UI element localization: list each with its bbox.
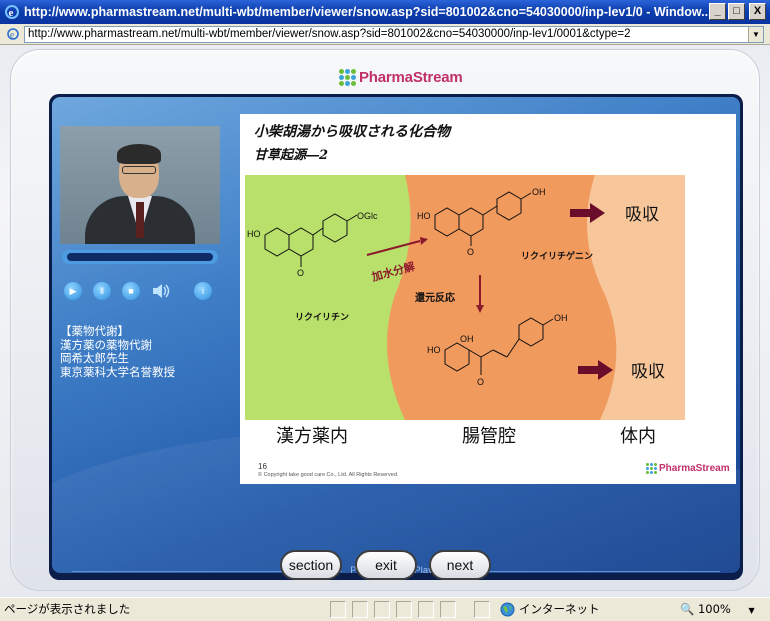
status-bar: ページが表示されました インターネット 🔍 100% ▼ (0, 597, 770, 621)
slide-title: 小柴胡湯から吸収される化合物 (254, 124, 450, 140)
region-intestine: 腸管腔 (462, 426, 516, 447)
region-body: 体内 (620, 426, 656, 447)
address-bar: e http://www.pharmastream.net/multi-wbt/… (0, 24, 770, 45)
chem-label-ho-3: HO (427, 345, 441, 355)
chem-label-oglc: OGlc (357, 211, 378, 221)
window-title: http://www.pharmastream.net/multi-wbt/me… (24, 5, 712, 19)
ie-icon: e (5, 5, 19, 19)
close-button[interactable]: X (749, 3, 766, 20)
lecturer-video[interactable] (60, 126, 220, 244)
next-button[interactable]: next (429, 550, 491, 580)
slide-logo-text: PharmaStream (659, 463, 730, 474)
slide-page-number: 16 (258, 462, 267, 471)
playback-controls: ▶ Ⅱ ■ i (64, 282, 224, 302)
slide-subtitle: 甘草起源―2 (254, 148, 329, 163)
player-frame: PharmaStream ▶ Ⅱ ■ i 【薬物代謝】 漢方薬の薬物代謝 岡希太… (10, 49, 760, 591)
absorption-label-2: 吸収 (631, 362, 665, 381)
page-content: PharmaStream ▶ Ⅱ ■ i 【薬物代謝】 漢方薬の薬物代謝 岡希太… (0, 45, 770, 597)
volume-icon[interactable] (150, 282, 172, 300)
svg-text:e: e (9, 7, 14, 19)
lecturer-affiliation: 東京薬科大学名誉教授 (60, 364, 175, 379)
url-text: http://www.pharmastream.net/multi-wbt/me… (28, 28, 631, 40)
chem-label-o-1: O (297, 268, 304, 278)
lecture-title: 漢方薬の薬物代謝 (60, 337, 152, 352)
security-zone: インターネット (500, 598, 600, 620)
chem-label-oh-1: OH (532, 187, 546, 197)
absorption-label-1: 吸収 (625, 205, 659, 224)
slide-logo: PharmaStream (646, 463, 730, 474)
window-titlebar: e http://www.pharmastream.net/multi-wbt/… (0, 0, 770, 24)
lecture-info: 【薬物代謝】 漢方薬の薬物代謝 岡希太郎先生 東京薬科大学名誉教授 (60, 324, 175, 379)
lecture-slide: 小柴胡湯から吸収される化合物 甘草起源―2 OGlc HO O リクイリチン 加… (240, 114, 736, 484)
chem-label-o-3: O (477, 377, 484, 387)
region-kampo: 漢方薬内 (276, 426, 348, 447)
status-cell (418, 601, 434, 618)
status-message: ページが表示されました (4, 602, 131, 616)
player-stage: ▶ Ⅱ ■ i 【薬物代謝】 漢方薬の薬物代謝 岡希太郎先生 東京薬科大学名誉教… (49, 94, 743, 580)
pharmastream-logo: PharmaStream (339, 64, 463, 90)
pause-icon[interactable]: Ⅱ (93, 282, 111, 300)
zone-label: インターネット (519, 602, 600, 616)
compound-liquiritigenin: リクイリチゲニン (521, 250, 593, 261)
chem-label-oh-3: OH (554, 313, 568, 323)
chem-label-ho-1: HO (247, 229, 261, 239)
reaction-reduction: 還元反応 (415, 291, 455, 304)
lock-icon (474, 601, 490, 618)
progress-fill (67, 253, 213, 261)
chem-label-o-2: O (467, 247, 474, 257)
zoom-control[interactable]: 🔍 100% ▼ (680, 598, 755, 621)
page-icon: e (7, 28, 19, 40)
play-icon[interactable]: ▶ (64, 282, 82, 300)
status-cell (440, 601, 456, 618)
globe-icon (500, 602, 515, 616)
slide-copyright: © Copyright take good care Co., Ltd. All… (258, 472, 399, 478)
lecture-category: 【薬物代謝】 (60, 324, 129, 338)
status-cell (374, 601, 390, 618)
status-cell (396, 601, 412, 618)
minimize-button[interactable]: _ (709, 3, 726, 20)
status-cell (352, 601, 368, 618)
chevron-down-icon: ▼ (748, 606, 755, 615)
zoom-icon: 🔍 (680, 602, 695, 616)
svg-text:e: e (10, 30, 14, 40)
compound-liquiritin: リクイリチン (295, 312, 349, 322)
stop-icon[interactable]: ■ (122, 282, 140, 300)
logo-dots-icon (339, 68, 356, 86)
divider-right (450, 571, 720, 572)
status-cell (330, 601, 346, 618)
maximize-button[interactable]: □ (728, 3, 745, 20)
chem-label-oh-2: OH (460, 334, 474, 344)
lecturer-name: 岡希太郎先生 (60, 351, 129, 365)
chem-label-ho-2: HO (417, 211, 431, 221)
metabolism-diagram: OGlc HO O リクイリチン 加水分解 HO OH O リクイリチゲニン 吸… (245, 175, 685, 420)
logo-dots-icon (646, 463, 657, 474)
progress-bar[interactable] (62, 250, 218, 264)
chevron-down-icon[interactable]: ▼ (748, 27, 763, 42)
section-button[interactable]: section (280, 550, 342, 580)
exit-button[interactable]: exit (355, 550, 417, 580)
info-icon[interactable]: i (194, 282, 212, 300)
url-field[interactable]: http://www.pharmastream.net/multi-wbt/me… (24, 26, 764, 43)
logo-text: PharmaStream (359, 68, 463, 86)
zoom-value: 100% (697, 602, 731, 616)
